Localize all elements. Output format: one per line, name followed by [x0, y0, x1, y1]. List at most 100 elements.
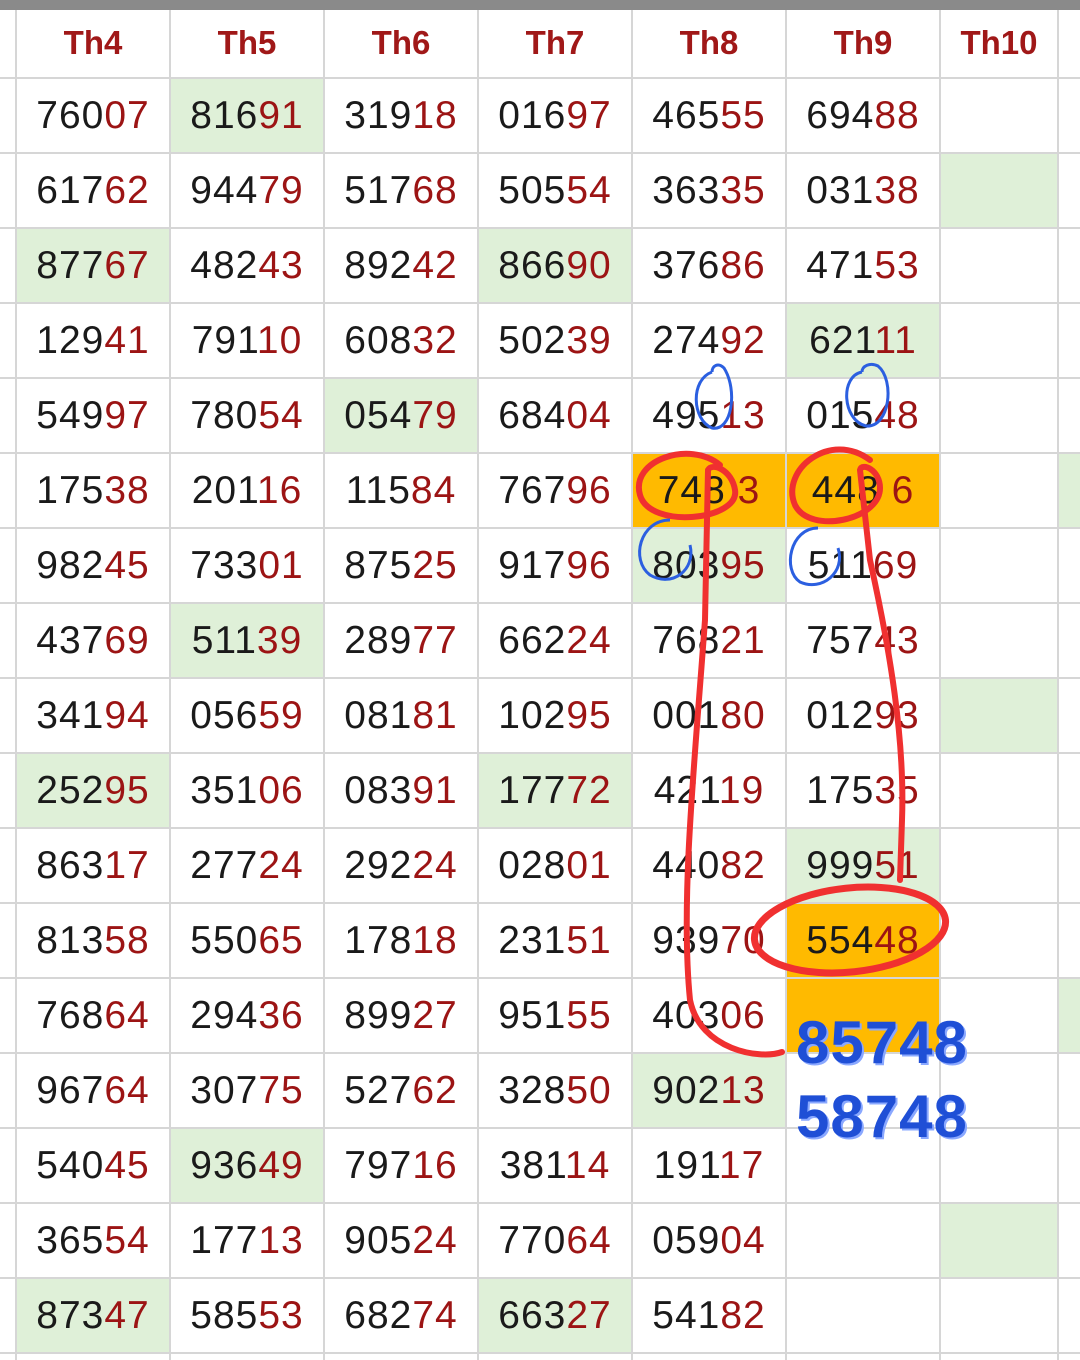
- result-cell[interactable]: 94479: [170, 154, 324, 227]
- result-cell[interactable]: 81691: [170, 79, 324, 152]
- result-cell[interactable]: 87525: [324, 529, 478, 602]
- result-cell[interactable]: 87767: [16, 229, 170, 302]
- result-cell[interactable]: 66327: [478, 1279, 632, 1352]
- result-cell[interactable]: 28977: [324, 604, 478, 677]
- result-cell[interactable]: 42119: [632, 754, 786, 827]
- result-cell[interactable]: 69488: [786, 79, 940, 152]
- result-cell[interactable]: 35106: [170, 754, 324, 827]
- column-header[interactable]: Th9: [786, 10, 940, 76]
- result-cell[interactable]: 76007: [16, 79, 170, 152]
- result-cell[interactable]: 05659: [170, 679, 324, 752]
- result-cell[interactable]: 93970: [632, 904, 786, 977]
- result-cell[interactable]: 01293: [786, 679, 940, 752]
- result-cell[interactable]: 60832: [324, 304, 478, 377]
- result-cell[interactable]: 89242: [324, 229, 478, 302]
- result-cell[interactable]: 27492: [632, 304, 786, 377]
- result-cell[interactable]: 01548: [786, 379, 940, 452]
- result-cell[interactable]: 17538: [16, 454, 170, 527]
- result-cell[interactable]: 29436: [170, 979, 324, 1052]
- result-cell[interactable]: 03138: [786, 154, 940, 227]
- result-cell[interactable]: 27724: [170, 829, 324, 902]
- result-cell[interactable]: 78054: [170, 379, 324, 452]
- result-cell[interactable]: 54997: [16, 379, 170, 452]
- result-cell[interactable]: 79110: [170, 304, 324, 377]
- result-cell[interactable]: 76796: [478, 454, 632, 527]
- result-cell[interactable]: 32850: [478, 1054, 632, 1127]
- result-cell[interactable]: 448 6: [786, 454, 940, 527]
- result-cell[interactable]: 87347: [16, 1279, 170, 1352]
- result-cell[interactable]: 55065: [170, 904, 324, 977]
- result-cell[interactable]: 49513: [632, 379, 786, 452]
- result-cell[interactable]: 77064: [478, 1204, 632, 1277]
- result-cell[interactable]: 91796: [478, 529, 632, 602]
- result-cell[interactable]: 58553: [170, 1279, 324, 1352]
- result-cell[interactable]: 37686: [632, 229, 786, 302]
- result-cell[interactable]: 17818: [324, 904, 478, 977]
- result-cell[interactable]: 47153: [786, 229, 940, 302]
- result-cell[interactable]: 76821: [632, 604, 786, 677]
- result-cell[interactable]: 93649: [170, 1129, 324, 1202]
- result-cell[interactable]: 40306: [632, 979, 786, 1052]
- result-cell[interactable]: 79716: [324, 1129, 478, 1202]
- result-cell[interactable]: 99951: [786, 829, 940, 902]
- result-cell[interactable]: 31918: [324, 79, 478, 152]
- result-cell[interactable]: 68274: [324, 1279, 478, 1352]
- result-cell[interactable]: 50239: [478, 304, 632, 377]
- result-cell[interactable]: 95155: [478, 979, 632, 1052]
- result-cell[interactable]: 44082: [632, 829, 786, 902]
- result-cell[interactable]: [786, 1204, 940, 1277]
- result-cell[interactable]: 62111: [786, 304, 940, 377]
- result-cell[interactable]: 51139: [170, 604, 324, 677]
- result-cell[interactable]: 12941: [16, 304, 170, 377]
- result-cell[interactable]: 748 3: [632, 454, 786, 527]
- result-cell[interactable]: 50554: [478, 154, 632, 227]
- result-cell[interactable]: 17772: [478, 754, 632, 827]
- result-cell[interactable]: 90524: [324, 1204, 478, 1277]
- result-cell[interactable]: 08181: [324, 679, 478, 752]
- result-cell[interactable]: 34194: [16, 679, 170, 752]
- result-cell[interactable]: 46555: [632, 79, 786, 152]
- column-header[interactable]: Th7: [478, 10, 632, 76]
- result-cell[interactable]: 89927: [324, 979, 478, 1052]
- result-cell[interactable]: 66224: [478, 604, 632, 677]
- result-cell[interactable]: 51768: [324, 154, 478, 227]
- result-cell[interactable]: 29224: [324, 829, 478, 902]
- result-cell[interactable]: [786, 1279, 940, 1352]
- result-cell[interactable]: 30775: [170, 1054, 324, 1127]
- result-cell[interactable]: 48243: [170, 229, 324, 302]
- result-cell[interactable]: 00180: [632, 679, 786, 752]
- result-cell[interactable]: 75743: [786, 604, 940, 677]
- result-cell[interactable]: 38114: [478, 1129, 632, 1202]
- result-cell[interactable]: 19117: [632, 1129, 786, 1202]
- column-header[interactable]: Th8: [632, 10, 786, 76]
- result-cell[interactable]: 43769: [16, 604, 170, 677]
- result-cell[interactable]: 90213: [632, 1054, 786, 1127]
- result-cell[interactable]: 61762: [16, 154, 170, 227]
- result-cell[interactable]: 25295: [16, 754, 170, 827]
- result-cell[interactable]: 17535: [786, 754, 940, 827]
- result-cell[interactable]: 81358: [16, 904, 170, 977]
- result-cell[interactable]: 10295: [478, 679, 632, 752]
- result-cell[interactable]: 76864: [16, 979, 170, 1052]
- result-cell[interactable]: 51169: [786, 529, 940, 602]
- result-cell[interactable]: 05479: [324, 379, 478, 452]
- result-cell[interactable]: 17713: [170, 1204, 324, 1277]
- result-cell[interactable]: 01697: [478, 79, 632, 152]
- column-header[interactable]: Th10: [940, 10, 1058, 76]
- result-cell[interactable]: 80395: [632, 529, 786, 602]
- result-cell[interactable]: 86690: [478, 229, 632, 302]
- result-cell[interactable]: 98245: [16, 529, 170, 602]
- result-cell[interactable]: 08391: [324, 754, 478, 827]
- result-cell[interactable]: 36554: [16, 1204, 170, 1277]
- result-cell[interactable]: 54045: [16, 1129, 170, 1202]
- column-header[interactable]: Th6: [324, 10, 478, 76]
- result-cell[interactable]: 23151: [478, 904, 632, 977]
- result-cell[interactable]: 55448: [786, 904, 940, 977]
- result-cell[interactable]: 73301: [170, 529, 324, 602]
- result-cell[interactable]: 86317: [16, 829, 170, 902]
- column-header[interactable]: Th4: [16, 10, 170, 76]
- result-cell[interactable]: 52762: [324, 1054, 478, 1127]
- result-cell[interactable]: 02801: [478, 829, 632, 902]
- result-cell[interactable]: 68404: [478, 379, 632, 452]
- result-cell[interactable]: 96764: [16, 1054, 170, 1127]
